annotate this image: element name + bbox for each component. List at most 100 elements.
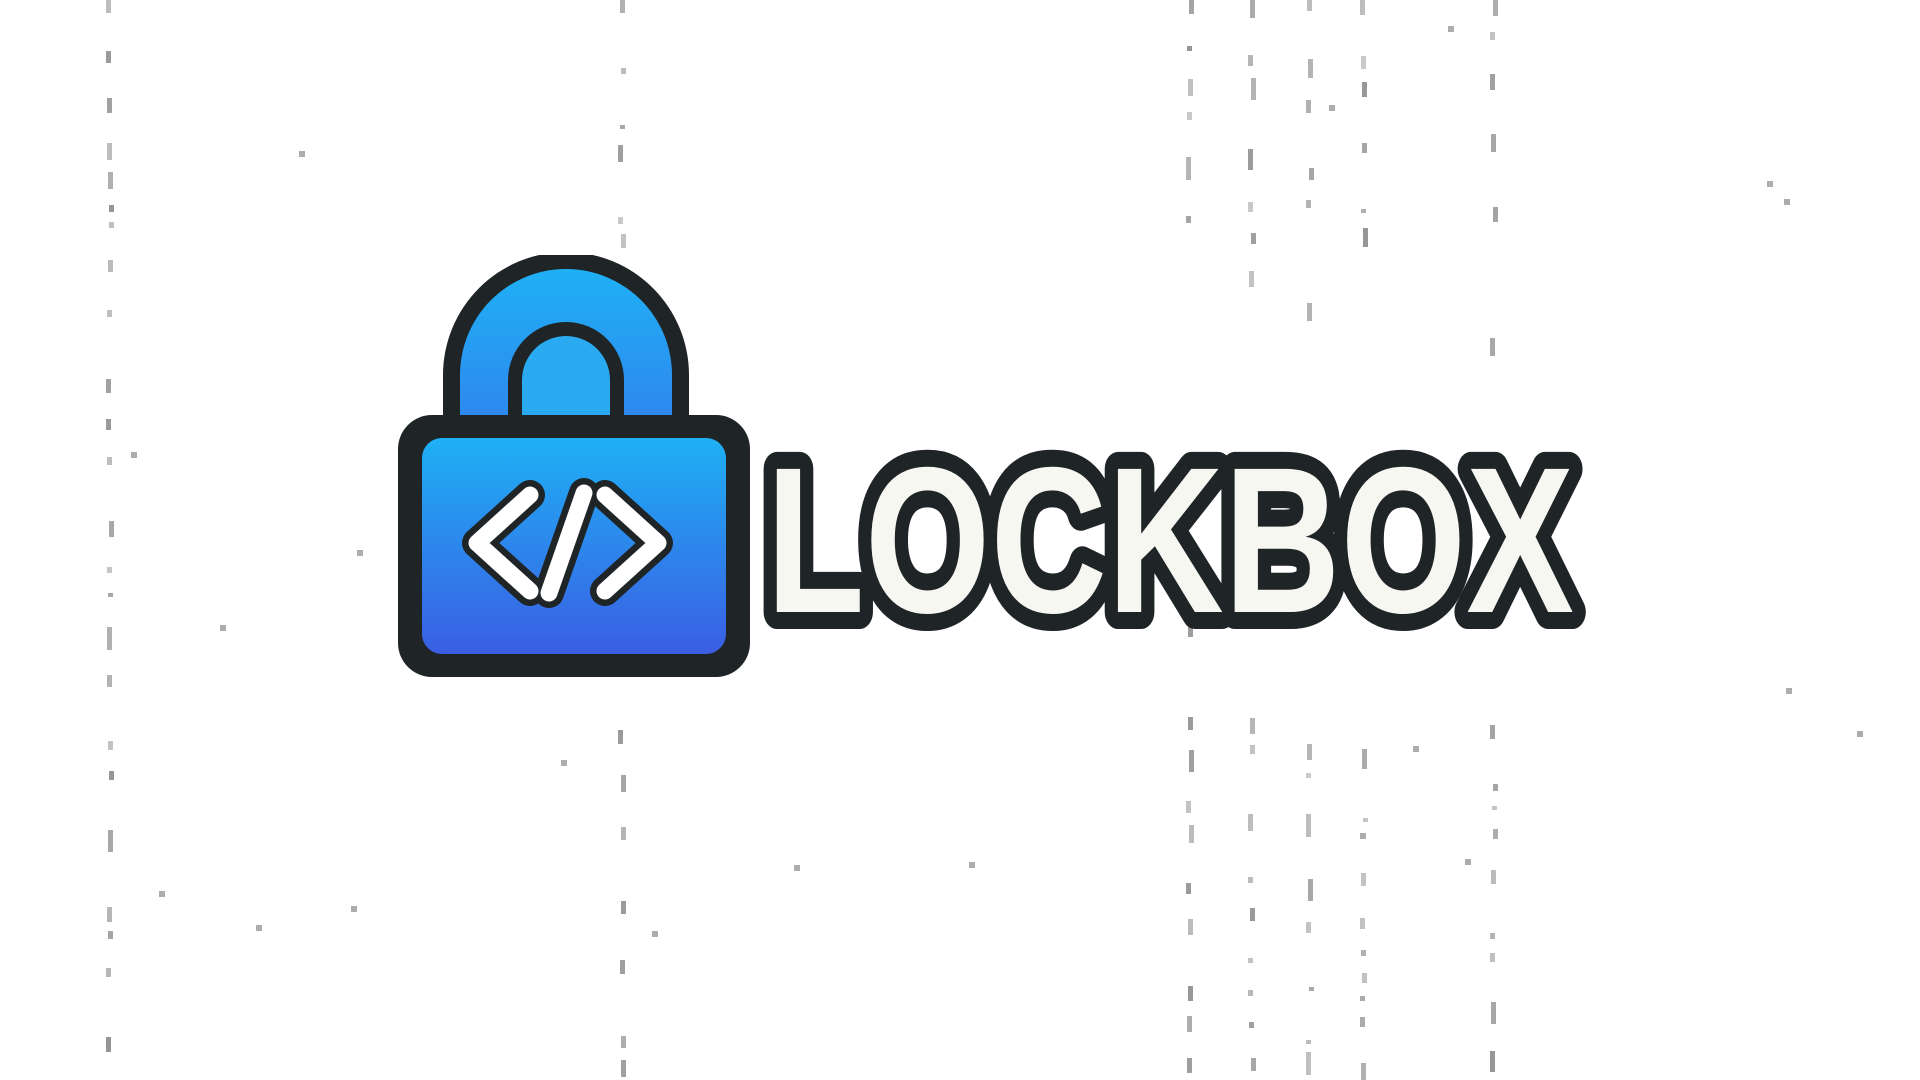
artifact-dash bbox=[107, 907, 112, 922]
artifact-dash bbox=[1490, 1051, 1495, 1072]
padlock-shackle-hole bbox=[522, 336, 610, 425]
artifact-speck bbox=[1857, 731, 1863, 737]
artifact-speck bbox=[969, 862, 975, 868]
artifact-dash bbox=[1360, 0, 1365, 15]
artifact-dash bbox=[1493, 207, 1498, 222]
artifact-speck bbox=[1413, 746, 1419, 752]
artifact-dash bbox=[107, 567, 112, 573]
artifact-speck bbox=[1360, 833, 1366, 839]
artifact-dash bbox=[108, 830, 113, 852]
artifact-dash bbox=[106, 968, 111, 977]
artifact-dash bbox=[1188, 79, 1193, 96]
artifact-dash bbox=[1361, 873, 1366, 886]
artifact-dash bbox=[1361, 209, 1366, 213]
artifact-dash bbox=[1361, 56, 1366, 69]
artifact-dash bbox=[107, 98, 112, 113]
artifact-dash bbox=[109, 521, 114, 537]
artifact-dash bbox=[1251, 1058, 1256, 1071]
artifact-dash bbox=[1251, 233, 1256, 244]
artifact-dash bbox=[109, 205, 114, 212]
artifact-dash bbox=[1363, 818, 1368, 822]
artifact-dash bbox=[106, 419, 111, 430]
artifact-dash bbox=[1306, 1040, 1311, 1044]
artifact-dash bbox=[1307, 0, 1312, 11]
artifact-dash bbox=[1490, 953, 1495, 962]
artifact-dash bbox=[1363, 228, 1368, 247]
artifact-dash bbox=[1491, 870, 1496, 884]
artifact-dash bbox=[109, 771, 114, 780]
artifact-dash bbox=[1248, 55, 1253, 66]
artifact-speck bbox=[351, 906, 357, 912]
artifact-dash bbox=[1189, 750, 1194, 772]
artifact-dash bbox=[1250, 0, 1255, 18]
artifact-dash bbox=[1493, 829, 1498, 839]
artifact-speck bbox=[220, 625, 226, 631]
artifact-dash bbox=[621, 775, 626, 792]
artifact-dash bbox=[1188, 986, 1193, 1001]
artifact-dash bbox=[1248, 149, 1253, 170]
artifact-dash bbox=[1248, 202, 1253, 212]
artifact-dash bbox=[1362, 973, 1367, 983]
artifact-dash bbox=[1186, 216, 1191, 223]
artifact-dash bbox=[1250, 908, 1255, 921]
artifact-speck bbox=[652, 931, 658, 937]
artifact-dash bbox=[1490, 933, 1495, 939]
logo-canvas: LOCKBOX bbox=[0, 0, 1920, 1080]
artifact-dash bbox=[1362, 82, 1367, 97]
artifact-dash bbox=[106, 1037, 111, 1052]
artifact-dash bbox=[1360, 996, 1365, 1001]
artifact-dash bbox=[1306, 773, 1311, 778]
artifact-dash bbox=[106, 379, 111, 393]
artifact-speck bbox=[561, 760, 567, 766]
artifact-dash bbox=[1491, 134, 1496, 152]
artifact-dash bbox=[1490, 74, 1495, 90]
artifact-speck bbox=[1784, 199, 1790, 205]
artifact-dash bbox=[621, 827, 626, 840]
artifact-speck bbox=[256, 925, 262, 931]
artifact-dash bbox=[618, 145, 623, 162]
artifact-dash bbox=[1493, 0, 1498, 16]
artifact-dash bbox=[1306, 200, 1311, 208]
artifact-dash bbox=[1362, 143, 1367, 153]
artifact-dash bbox=[1306, 100, 1311, 113]
artifact-dash bbox=[109, 222, 114, 228]
artifact-dash bbox=[1308, 59, 1313, 78]
artifact-dash bbox=[1490, 32, 1495, 40]
artifact-speck bbox=[1786, 688, 1792, 694]
artifact-dash bbox=[621, 901, 626, 914]
artifact-dash bbox=[107, 143, 112, 160]
artifact-dash bbox=[1188, 919, 1193, 935]
artifact-dash bbox=[1250, 718, 1255, 734]
artifact-dash bbox=[1187, 46, 1192, 51]
artifact-dash bbox=[621, 234, 626, 248]
artifact-dash bbox=[620, 0, 625, 13]
artifact-dash bbox=[107, 457, 112, 465]
artifact-dash bbox=[1186, 883, 1191, 894]
padlock-code-icon bbox=[398, 255, 750, 677]
artifact-dash bbox=[1248, 814, 1253, 831]
artifact-dash bbox=[1189, 825, 1194, 843]
artifact-dash bbox=[1306, 814, 1311, 837]
artifact-dash bbox=[1189, 0, 1194, 14]
artifact-dash bbox=[1187, 1016, 1192, 1032]
artifact-speck bbox=[299, 151, 305, 157]
artifact-dash bbox=[106, 51, 111, 63]
artifact-dash bbox=[1248, 877, 1253, 883]
artifact-dash bbox=[1309, 168, 1314, 180]
artifact-dash bbox=[107, 675, 112, 687]
artifact-dash bbox=[1308, 879, 1313, 901]
artifact-dash bbox=[1187, 112, 1192, 120]
artifact-dash bbox=[107, 310, 112, 317]
artifact-speck bbox=[1465, 859, 1471, 865]
artifact-speck bbox=[131, 452, 137, 458]
artifact-dash bbox=[108, 172, 113, 189]
artifact-dash bbox=[1249, 1022, 1254, 1028]
artifact-speck bbox=[1448, 26, 1454, 32]
artifact-dash bbox=[1361, 950, 1366, 956]
artifact-dash bbox=[1186, 801, 1191, 813]
artifact-speck bbox=[357, 550, 363, 556]
artifact-dash bbox=[1306, 1052, 1311, 1075]
artifact-dash bbox=[1490, 725, 1495, 739]
artifact-dash bbox=[1306, 922, 1311, 933]
artifact-dash bbox=[620, 125, 625, 129]
